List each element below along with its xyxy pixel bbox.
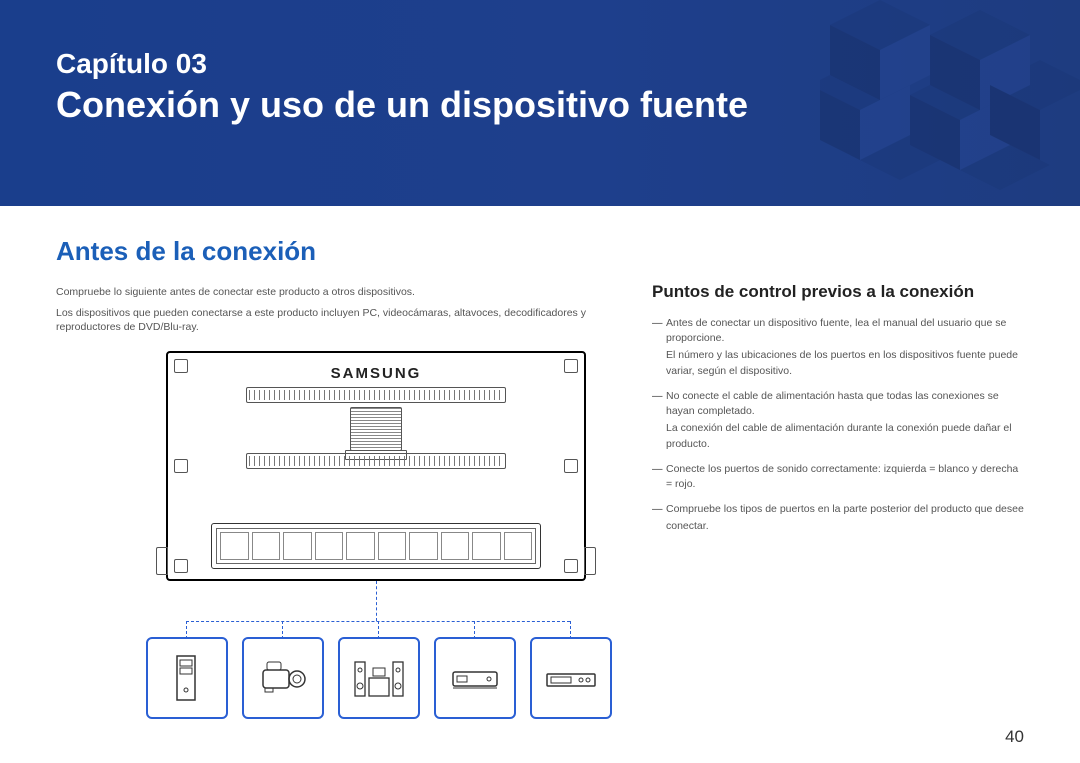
connector-line: [282, 621, 283, 639]
right-column: Puntos de control previos a la conexión …: [652, 236, 1024, 719]
monitor-logo: SAMSUNG: [331, 365, 422, 382]
mount-hole: [564, 559, 578, 573]
document-page: Capítulo 03 Conexión y uso de un disposi…: [0, 0, 1080, 763]
device-player: [530, 637, 612, 719]
checkpoint-text: Antes de conectar un dispositivo fuente,…: [666, 317, 1006, 344]
connector-line: [376, 581, 377, 621]
mount-hole: [174, 459, 188, 473]
intro-paragraph-2: Los dispositivos que pueden conectarse a…: [56, 306, 616, 335]
connector-line: [474, 621, 475, 639]
device-speakers: [338, 637, 420, 719]
intro-paragraph-1: Compruebe lo siguiente antes de conectar…: [56, 285, 616, 300]
cube-pattern-decoration: [820, 0, 1080, 206]
connector-line: [378, 621, 379, 639]
checkpoint-text: No conecte el cable de alimentación hast…: [666, 390, 999, 417]
port-strip: [216, 528, 536, 564]
center-panel: [350, 407, 402, 451]
mount-hole: [564, 359, 578, 373]
vent-slot-top: [246, 387, 506, 403]
port-bay: [211, 523, 541, 569]
mount-hole: [564, 459, 578, 473]
checkpoint-subtext: El número y las ubicaciones de los puert…: [666, 348, 1024, 378]
side-port-left: [156, 547, 168, 575]
connector-line: [186, 621, 187, 639]
left-column: Antes de la conexión Compruebe lo siguie…: [56, 236, 616, 719]
checkpoint-subtext: conectar.: [666, 519, 1024, 534]
checkpoint-item: Compruebe los tipos de puertos en la par…: [652, 502, 1024, 534]
mount-hole: [174, 359, 188, 373]
chapter-header: Capítulo 03 Conexión y uso de un disposi…: [0, 0, 1080, 206]
source-devices-row: [146, 637, 616, 719]
vent-slot-bottom: [246, 453, 506, 469]
connector-line: [570, 621, 571, 639]
checkpoint-item: Antes de conectar un dispositivo fuente,…: [652, 316, 1024, 379]
device-pc: [146, 637, 228, 719]
side-port-right: [584, 547, 596, 575]
monitor-back-illustration: SAMSUNG: [166, 351, 586, 581]
checkpoint-item: Conecte los puertos de sonido correctame…: [652, 462, 1024, 492]
device-camcorder: [242, 637, 324, 719]
mount-hole: [174, 559, 188, 573]
page-number: 40: [1005, 727, 1024, 747]
checkpoint-text: Conecte los puertos de sonido correctame…: [666, 463, 1018, 490]
device-settopbox: [434, 637, 516, 719]
section-title: Antes de la conexión: [56, 236, 616, 267]
connection-diagram: SAMSUNG: [56, 351, 616, 719]
checkpoint-text: Compruebe los tipos de puertos en la par…: [666, 503, 1024, 515]
checkpoint-item: No conecte el cable de alimentación hast…: [652, 389, 1024, 452]
content-area: Antes de la conexión Compruebe lo siguie…: [0, 206, 1080, 719]
checkpoints-title: Puntos de control previos a la conexión: [652, 282, 1024, 302]
checkpoint-subtext: La conexión del cable de alimentación du…: [666, 421, 1024, 451]
